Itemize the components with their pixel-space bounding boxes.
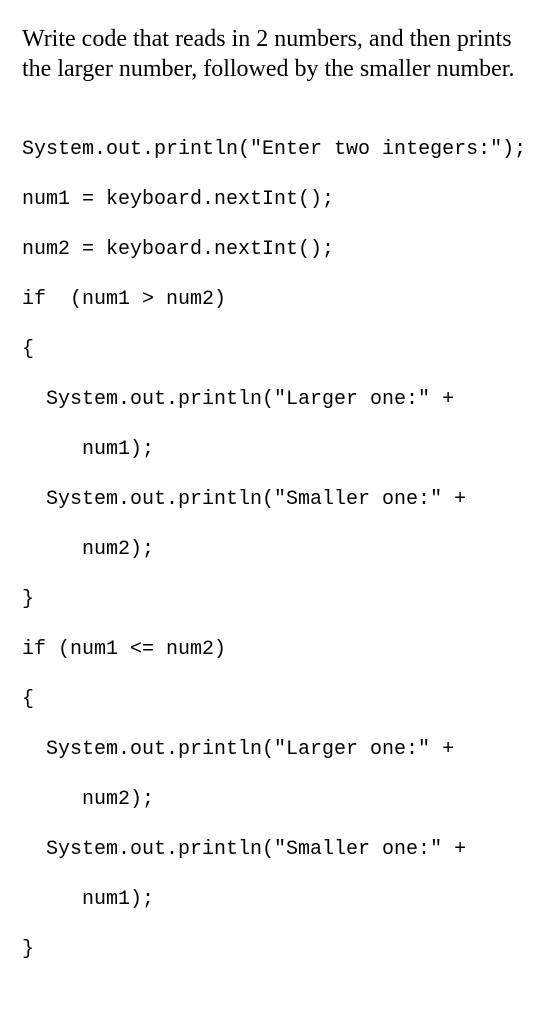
code-line: System.out.println("Smaller one:" + (22, 837, 518, 862)
code-block: System.out.println("Enter two integers:"… (22, 112, 518, 1012)
code-line: num1 = keyboard.nextInt(); (22, 187, 518, 212)
code-line: System.out.println("Larger one:" + (22, 387, 518, 412)
code-line: { (22, 687, 518, 712)
problem-statement: Write code that reads in 2 numbers, and … (22, 24, 518, 84)
code-line: } (22, 937, 518, 962)
code-line: System.out.println("Smaller one:" + (22, 487, 518, 512)
code-line: { (22, 337, 518, 362)
code-line: num2 = keyboard.nextInt(); (22, 237, 518, 262)
document-page: Write code that reads in 2 numbers, and … (0, 0, 540, 1036)
code-line: if (num1 <= num2) (22, 637, 518, 662)
code-line: num2); (22, 787, 518, 812)
code-line: num1); (22, 887, 518, 912)
code-line: } (22, 587, 518, 612)
code-line: System.out.println("Larger one:" + (22, 737, 518, 762)
code-line: System.out.println("Enter two integers:"… (22, 137, 518, 162)
code-line: num2); (22, 537, 518, 562)
code-line: num1); (22, 437, 518, 462)
code-line: if (num1 > num2) (22, 287, 518, 312)
